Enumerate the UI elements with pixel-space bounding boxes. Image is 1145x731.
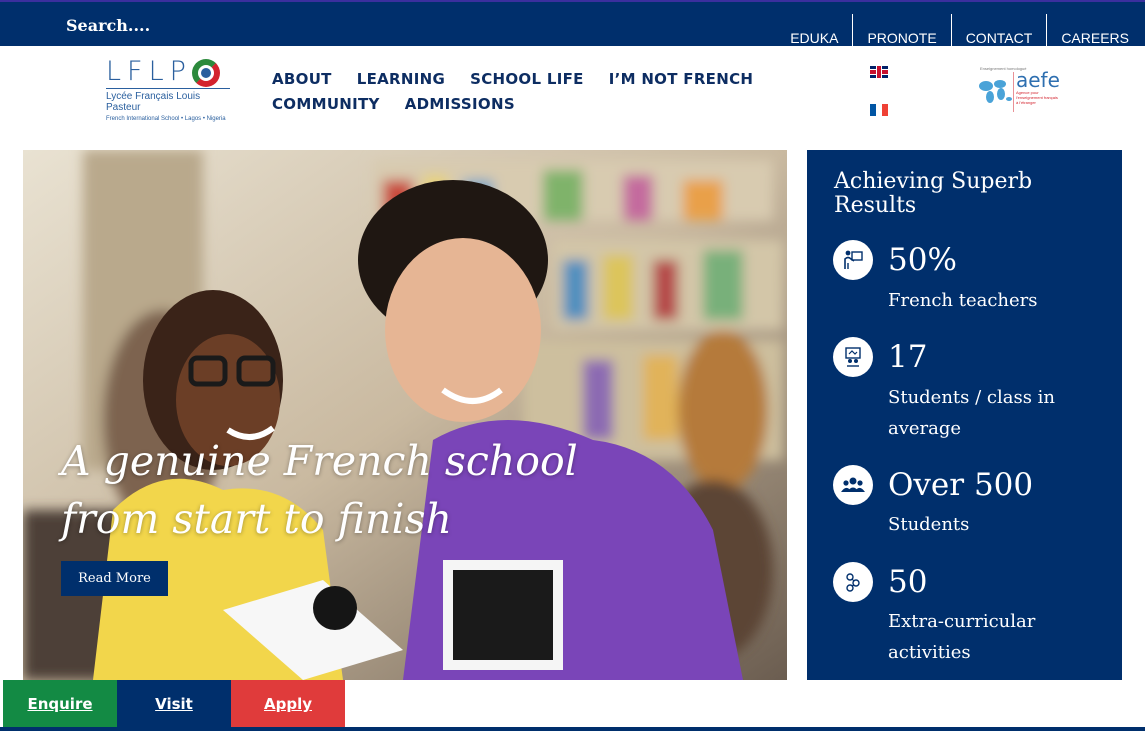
- bottom-divider: [0, 727, 1145, 731]
- stat-value: 50: [888, 564, 928, 600]
- stat-label: French teachers: [888, 290, 1038, 311]
- results-panel: Achieving Superb Results 50% French teac…: [807, 150, 1122, 680]
- france-flag-icon[interactable]: [870, 104, 888, 116]
- cta-bar: Enquire Visit Apply: [3, 680, 345, 728]
- results-title: Achieving Superb Results: [834, 169, 1033, 218]
- school-logo[interactable]: LFLP Lycée Français Louis Pasteur French…: [106, 56, 232, 122]
- activities-icon: [833, 562, 873, 602]
- world-map-icon: [979, 72, 1014, 112]
- top-link-pronote[interactable]: PRONOTE: [852, 14, 950, 48]
- nav-about[interactable]: ABOUT: [272, 70, 332, 88]
- top-link-contact[interactable]: CONTACT: [950, 14, 1047, 48]
- stat-label: Students: [888, 514, 970, 535]
- main-nav: ABOUT LEARNING SCHOOL LIFE I’M NOT FRENC…: [272, 70, 842, 113]
- aefe-subtitle: Agence pour l'enseignement français à l'…: [1016, 90, 1058, 105]
- aefe-logo[interactable]: Enseignement homologué aefe Agence pour …: [976, 66, 1062, 112]
- read-more-button[interactable]: Read More: [61, 561, 168, 596]
- nav-learning[interactable]: LEARNING: [357, 70, 445, 88]
- stat-label: Students / class in average: [888, 387, 1056, 439]
- stat-value: 17: [888, 339, 928, 375]
- stat-value: 50%: [888, 242, 957, 278]
- stat-value: Over 500: [888, 467, 1034, 503]
- top-links: EDUKA PRONOTE CONTACT CAREERS: [776, 14, 1145, 48]
- group-icon: [833, 465, 873, 505]
- top-link-careers[interactable]: CAREERS: [1046, 14, 1145, 48]
- hero-title-line1: A genuine French school: [61, 437, 578, 485]
- logo-circle-icon: [191, 58, 220, 87]
- aefe-name: aefe: [1016, 68, 1060, 92]
- nav-im-not-french[interactable]: I’M NOT FRENCH: [609, 70, 754, 88]
- teacher-icon: [833, 240, 873, 280]
- hero-photo: [23, 150, 787, 680]
- hero-image: A genuine French school from start to fi…: [23, 150, 787, 680]
- nav-admissions[interactable]: ADMISSIONS: [405, 95, 515, 113]
- hero-title-line2: from start to finish: [61, 495, 452, 543]
- logo-mark: LFLP: [106, 56, 232, 87]
- enquire-button[interactable]: Enquire: [3, 680, 117, 728]
- nav-school-life[interactable]: SCHOOL LIFE: [470, 70, 584, 88]
- top-link-eduka[interactable]: EDUKA: [776, 14, 852, 48]
- logo-subtitle: French International School • Lagos • Ni…: [106, 116, 226, 122]
- nav-community[interactable]: COMMUNITY: [272, 95, 380, 113]
- visit-button[interactable]: Visit: [117, 680, 231, 728]
- hero-title: A genuine French school from start to fi…: [61, 432, 578, 548]
- logo-school-name: Lycée Français Louis Pasteur: [106, 88, 230, 113]
- top-bar: Search.... EDUKA PRONOTE CONTACT CAREERS: [0, 0, 1145, 48]
- uk-flag-icon[interactable]: [870, 66, 888, 78]
- apply-button[interactable]: Apply: [231, 680, 345, 728]
- stat-label: Extra-curricular activities: [888, 611, 1036, 663]
- logo-letters: LFLP: [106, 56, 192, 87]
- classroom-icon: [833, 337, 873, 377]
- search-link[interactable]: Search....: [66, 16, 150, 35]
